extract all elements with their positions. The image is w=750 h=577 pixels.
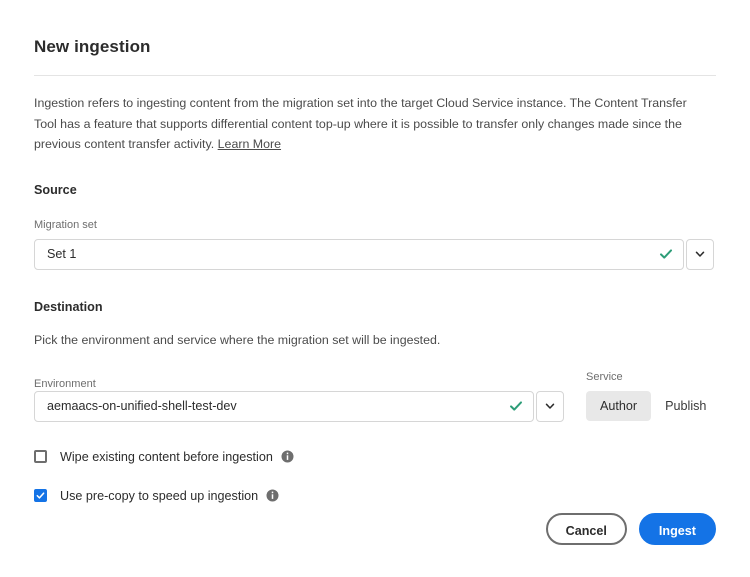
destination-section-heading: Destination [34, 299, 103, 314]
service-toggle-group: Author Publish [586, 391, 720, 422]
environment-combobox[interactable]: aemaacs-on-unified-shell-test-dev [34, 390, 564, 422]
checkmark-icon [509, 399, 523, 413]
intro-paragraph: Ingestion refers to ingesting content fr… [34, 76, 706, 155]
environment-label: Environment [34, 377, 96, 390]
environment-input[interactable]: aemaacs-on-unified-shell-test-dev [34, 390, 534, 422]
info-icon[interactable] [266, 489, 279, 502]
checkbox-wipe-existing-content[interactable] [34, 450, 47, 463]
service-option-author[interactable]: Author [586, 391, 652, 421]
service-field: Service Author Publish [586, 370, 720, 422]
environment-value: aemaacs-on-unified-shell-test-dev [47, 399, 237, 413]
cancel-button[interactable]: Cancel [545, 513, 627, 545]
chevron-down-icon[interactable] [536, 390, 564, 422]
migration-set-value: Set 1 [47, 247, 77, 261]
destination-description: Pick the environment and service where t… [34, 332, 441, 347]
destination-fields-row: Environment aemaacs-on-unified-shell-tes… [34, 349, 716, 422]
migration-set-input[interactable]: Set 1 [34, 238, 684, 270]
option-use-pre-copy[interactable]: Use pre-copy to speed up ingestion [34, 486, 716, 506]
service-label: Service [586, 370, 623, 383]
option-label: Wipe existing content before ingestion [60, 449, 273, 464]
intro-text: Ingestion refers to ingesting content fr… [34, 96, 687, 151]
option-wipe-existing-content[interactable]: Wipe existing content before ingestion [34, 447, 716, 467]
migration-set-combobox[interactable]: Set 1 [34, 238, 716, 270]
migration-set-field: Migration set Set 1 [34, 197, 716, 270]
new-ingestion-dialog: New ingestion Ingestion refers to ingest… [0, 0, 750, 577]
ingest-button[interactable]: Ingest [638, 513, 716, 545]
source-section-heading: Source [34, 182, 77, 197]
info-icon[interactable] [281, 450, 294, 463]
checkmark-icon [659, 247, 673, 261]
chevron-down-icon[interactable] [686, 238, 714, 270]
ingestion-options-list: Wipe existing content before ingestion U… [34, 422, 716, 506]
environment-field: Environment aemaacs-on-unified-shell-tes… [34, 377, 564, 422]
checkbox-use-pre-copy[interactable] [34, 489, 47, 502]
learn-more-link[interactable]: Learn More [218, 137, 281, 151]
option-label: Use pre-copy to speed up ingestion [60, 488, 259, 503]
page-title: New ingestion [34, 37, 151, 56]
dialog-footer: Cancel Ingest [545, 513, 716, 545]
migration-set-label: Migration set [34, 218, 97, 231]
service-option-publish[interactable]: Publish [651, 391, 720, 421]
